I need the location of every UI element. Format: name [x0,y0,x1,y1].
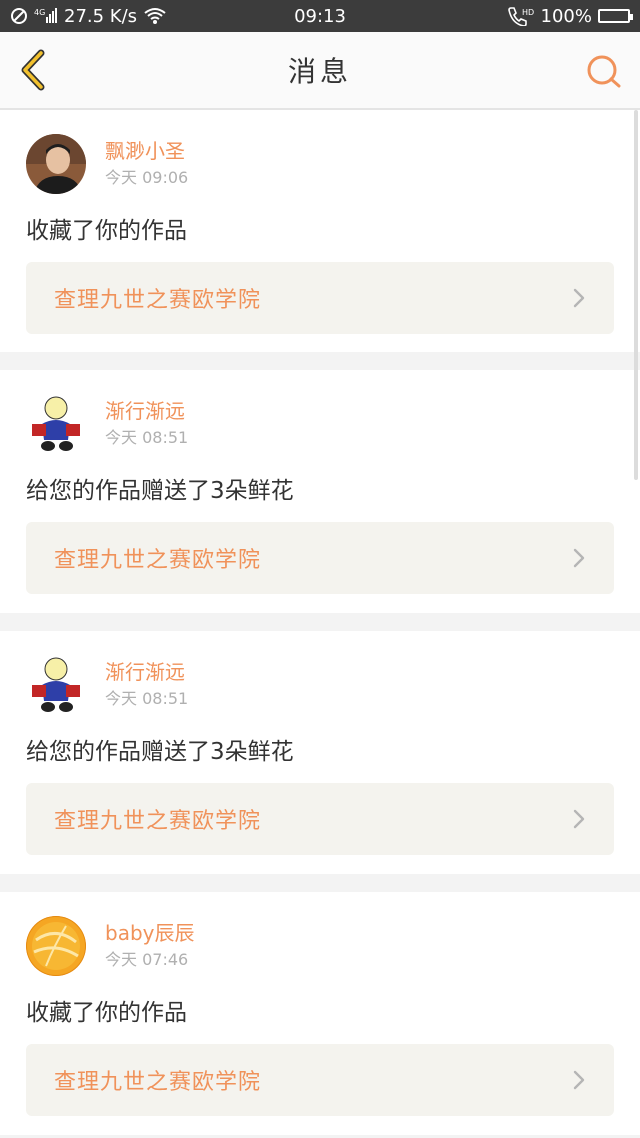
message-card[interactable]: 渐行渐远 今天 08:51 给您的作品赠送了3朵鲜花 查理九世之赛欧学院 [0,370,640,613]
message-time: 今天 09:06 [105,168,189,187]
chevron-right-icon [572,547,586,569]
chevron-right-icon [572,808,586,830]
scrollbar[interactable] [634,110,638,480]
message-time: 今天 08:51 [105,428,189,447]
chevron-right-icon [572,1069,586,1091]
message-text: 给您的作品赠送了3朵鲜花 [26,739,294,765]
status-left: 4G 27.5 K/s [10,6,167,27]
user-name[interactable]: 渐行渐远 [105,399,188,423]
work-title: 查理九世之赛欧学院 [54,288,262,313]
message-card[interactable]: 渐行渐远 今天 08:51 给您的作品赠送了3朵鲜花 查理九世之赛欧学院 [0,631,640,874]
user-name[interactable]: 渐行渐远 [105,660,188,684]
message-user: 飘渺小圣 今天 09:06 [26,134,614,194]
search-icon [587,55,621,88]
wifi-icon [143,7,167,25]
work-link[interactable]: 查理九世之赛欧学院 [26,262,614,334]
chevron-right-icon [572,287,586,309]
message-card[interactable]: baby辰辰 今天 07:46 收藏了你的作品 查理九世之赛欧学院 [0,892,640,1135]
avatar[interactable] [26,655,86,715]
signal-icon: 4G [34,7,58,25]
work-link[interactable]: 查理九世之赛欧学院 [26,783,614,855]
svg-text:HD: HD [522,8,534,17]
avatar[interactable] [26,134,86,194]
no-disturb-icon [10,7,28,25]
search-button[interactable] [584,52,624,92]
work-link[interactable]: 查理九世之赛欧学院 [26,522,614,594]
work-link[interactable]: 查理九世之赛欧学院 [26,1044,614,1116]
message-user: 渐行渐远 今天 08:51 [26,655,614,715]
message-time: 今天 07:46 [105,950,189,969]
message-text: 给您的作品赠送了3朵鲜花 [26,478,294,504]
chevron-left-icon [21,49,45,91]
status-bar: 4G 27.5 K/s 09:13 HD 100% [0,0,640,32]
work-title: 查理九世之赛欧学院 [54,1070,262,1095]
battery-percent: 100% [540,5,592,27]
message-card[interactable]: 飘渺小圣 今天 09:06 收藏了你的作品 查理九世之赛欧学院 [0,110,640,352]
work-title: 查理九世之赛欧学院 [54,809,262,834]
work-title: 查理九世之赛欧学院 [54,548,262,573]
svg-text:4G: 4G [34,8,45,17]
status-right: HD 100% [507,5,633,27]
avatar[interactable] [26,394,86,454]
hd-call-icon: HD [507,6,535,26]
message-time: 今天 08:51 [105,689,189,708]
message-text: 收藏了你的作品 [26,218,187,244]
user-name[interactable]: 飘渺小圣 [105,139,188,163]
battery-icon [598,9,633,23]
back-button[interactable] [14,49,54,91]
top-bar: 消息 [0,32,640,110]
message-list: 飘渺小圣 今天 09:06 收藏了你的作品 查理九世之赛欧学院 渐行渐远 今天 … [0,110,640,1135]
page-title: 消息 [287,55,352,88]
message-user: 渐行渐远 今天 08:51 [26,394,614,454]
network-speed: 27.5 K/s [64,5,138,27]
avatar[interactable] [26,916,86,976]
user-name[interactable]: baby辰辰 [105,921,194,945]
message-user: baby辰辰 今天 07:46 [26,916,614,976]
message-text: 收藏了你的作品 [26,1000,187,1026]
